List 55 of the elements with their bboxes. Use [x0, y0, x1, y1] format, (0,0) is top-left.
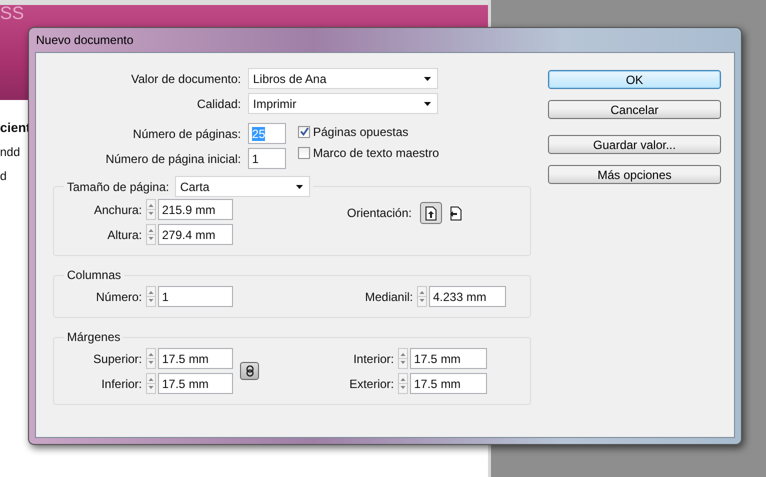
stepper-button[interactable] [146, 373, 156, 394]
landscape-page-icon [449, 206, 462, 220]
field-label: Número de páginas: [132, 126, 241, 140]
quality-dropdown[interactable]: Imprimir [248, 93, 438, 114]
number-field[interactable]: 279.4 mm [158, 224, 233, 245]
stepper-button[interactable] [146, 286, 156, 307]
checkbox-label: Páginas opuestas [313, 124, 408, 138]
portrait-page-icon [424, 206, 437, 220]
field-label: Superior: [92, 352, 142, 366]
stepper-button[interactable] [398, 373, 408, 394]
field-label: Número: [94, 290, 142, 304]
brand-text: SS [0, 5, 24, 21]
dialog-button[interactable]: Cancelar [548, 100, 721, 119]
number-field[interactable]: 17.5 mm [158, 348, 233, 369]
preset-dropdown[interactable]: Libros de Ana [248, 68, 438, 89]
field-label: Orientación: [347, 206, 412, 220]
number-field[interactable]: 1 [248, 148, 286, 169]
field-label: Exterior: [348, 376, 394, 390]
file-item[interactable]: d [0, 168, 7, 184]
stepper-button[interactable] [146, 224, 156, 245]
caret-icon [424, 76, 431, 80]
dialog-button[interactable]: OK [548, 70, 721, 89]
field-label: Número de página inicial: [104, 152, 241, 166]
number-field[interactable]: 17.5 mm [410, 373, 487, 394]
number-field[interactable]: 215.9 mm [158, 199, 233, 220]
field-label: Medianil: [364, 290, 413, 304]
stepper-button[interactable] [417, 286, 427, 307]
field-label: Altura: [106, 228, 142, 242]
field-label: Inferior: [100, 376, 142, 390]
link-button[interactable] [240, 362, 259, 380]
field-label: Anchura: [92, 202, 142, 216]
field-label: Tamaño de página: [67, 180, 170, 194]
number-field[interactable]: 17.5 mm [410, 348, 487, 369]
orientation-button[interactable] [420, 202, 442, 224]
dialog-button[interactable]: Guardar valor... [548, 135, 721, 154]
window-title: Nuevo documento [35, 32, 134, 49]
number-field[interactable]: 4.233 mm [429, 286, 506, 307]
group-title: Márgenes [67, 330, 120, 344]
group-title: Columnas [67, 268, 122, 282]
file-item[interactable]: ndd [0, 144, 20, 160]
dialog-button[interactable]: Más opciones [548, 165, 721, 184]
chain-link-icon [246, 365, 254, 377]
caret-icon [296, 184, 304, 188]
stepper-button[interactable] [146, 199, 156, 220]
page-size-dropdown[interactable]: Carta [175, 176, 310, 197]
stepper-button[interactable] [146, 348, 156, 369]
stepper-button[interactable] [398, 348, 408, 369]
field-label: Interior: [352, 352, 394, 366]
number-field[interactable]: 17.5 mm [158, 373, 233, 394]
checkbox[interactable] [298, 126, 310, 138]
checkbox[interactable] [298, 146, 310, 158]
field-label: Valor de documento: [130, 72, 241, 86]
checkbox-label: Marco de texto maestro [313, 146, 440, 160]
field-label: Calidad: [196, 96, 241, 110]
number-field[interactable]: 1 [158, 286, 233, 307]
